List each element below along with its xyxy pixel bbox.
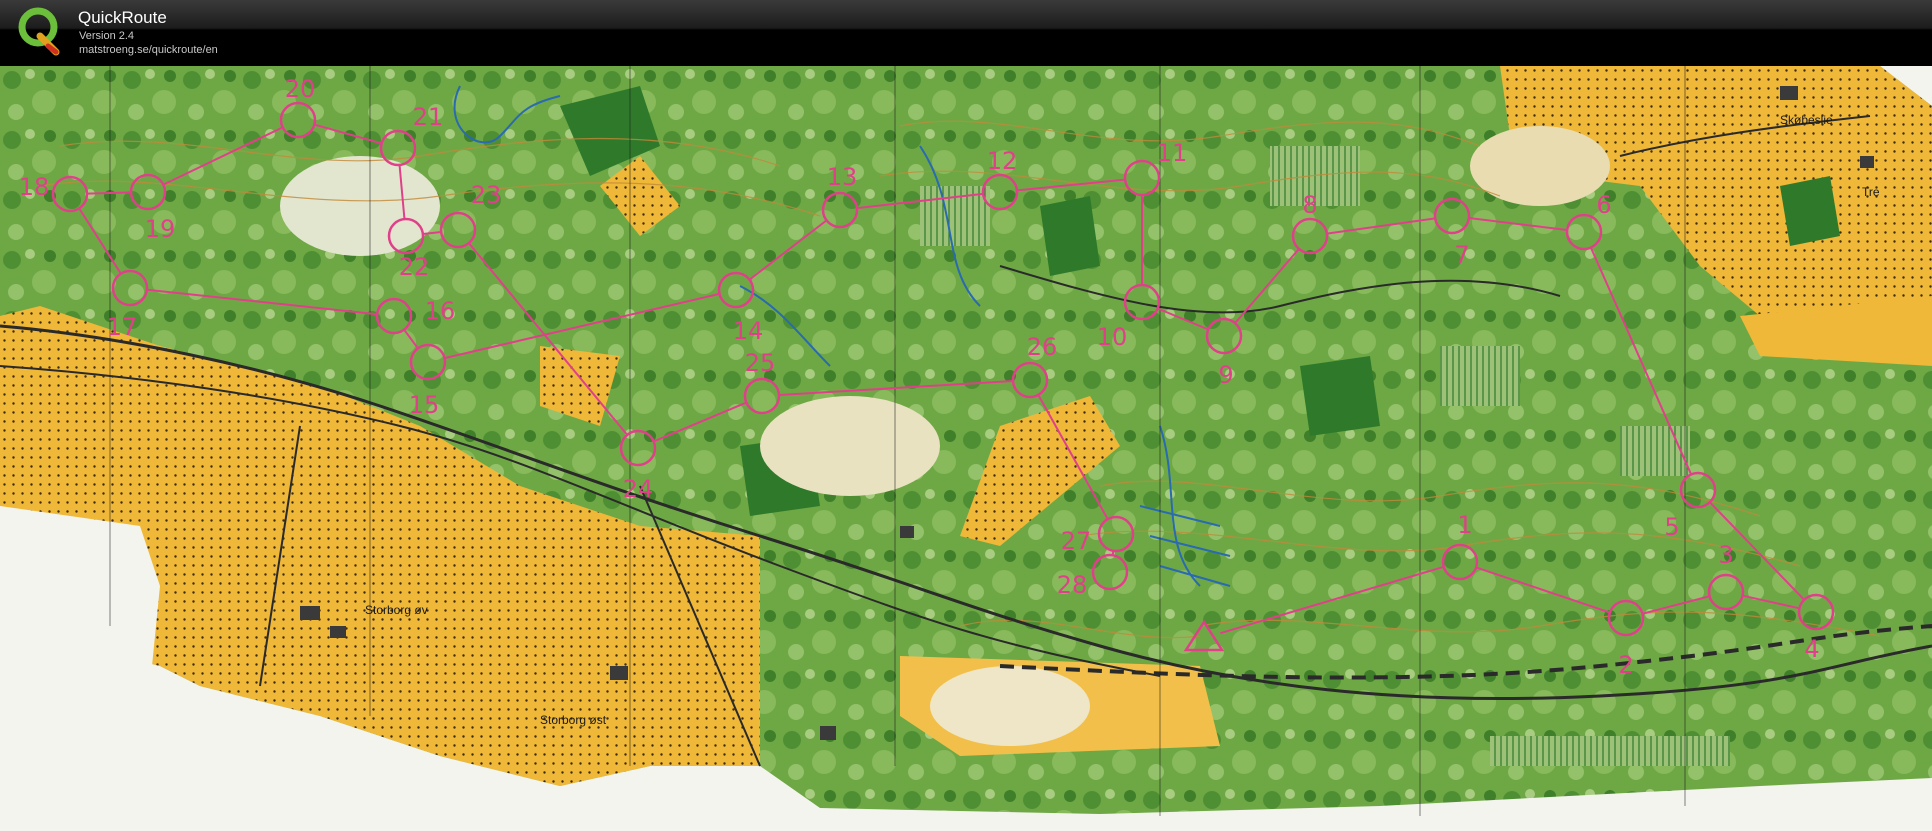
control-number-22: 22: [399, 253, 430, 281]
open-rocky-2: [760, 396, 940, 496]
control-number-3: 3: [1718, 541, 1733, 569]
control-number-24: 24: [623, 475, 654, 503]
place-storborg-vest: Storborg øv: [365, 603, 428, 617]
control-number-1: 1: [1457, 511, 1472, 539]
control-number-5: 5: [1664, 513, 1679, 541]
control-number-8: 8: [1302, 191, 1317, 219]
vegetation-hatch-2: [1440, 346, 1520, 406]
control-number-16: 16: [425, 297, 456, 325]
control-number-13: 13: [827, 163, 858, 191]
vegetation-hatch-4: [1620, 426, 1690, 476]
control-number-17: 17: [107, 313, 138, 341]
thicket-2: [1040, 196, 1100, 276]
control-number-27: 27: [1061, 527, 1092, 555]
thicket-4: [1780, 176, 1840, 246]
control-number-14: 14: [733, 317, 764, 345]
orienteering-map[interactable]: Skøbeslie Tre Storborg øv Storborg øst 1…: [0, 66, 1932, 831]
quickroute-logo-icon: [18, 7, 60, 56]
control-number-9: 9: [1218, 361, 1233, 389]
course-leg: [86, 191, 132, 195]
paper-corner: [0, 506, 160, 706]
open-rocky-4: [280, 156, 440, 256]
control-number-25: 25: [745, 349, 776, 377]
control-number-19: 19: [145, 215, 176, 243]
thicket-3: [1300, 356, 1380, 436]
control-number-21: 21: [413, 103, 444, 131]
app-header: QuickRoute Version 2.4 matstroeng.se/qui…: [0, 0, 1932, 66]
place-storborg-ost: Storborg øst: [540, 713, 607, 727]
app-version: Version 2.4: [79, 30, 135, 42]
control-number-2: 2: [1618, 651, 1633, 679]
control-number-12: 12: [987, 147, 1018, 175]
map-area[interactable]: Skøbeslie Tre Storborg øv Storborg øst 1…: [0, 66, 1932, 831]
vegetation-hatch-5: [1490, 736, 1730, 766]
place-tre: Tre: [1862, 185, 1880, 199]
control-number-4: 4: [1804, 635, 1819, 663]
open-rocky-1: [1470, 126, 1610, 206]
control-number-15: 15: [409, 391, 440, 419]
control-number-11: 11: [1157, 139, 1188, 167]
control-number-18: 18: [19, 173, 50, 201]
control-number-10: 10: [1097, 323, 1128, 351]
open-rocky-3: [930, 666, 1090, 746]
app-url[interactable]: matstroeng.se/quickroute/en: [79, 44, 218, 56]
control-number-26: 26: [1027, 333, 1058, 361]
control-number-20: 20: [285, 75, 316, 103]
control-number-6: 6: [1596, 191, 1611, 219]
control-number-7: 7: [1454, 241, 1469, 269]
app-title: QuickRoute: [78, 8, 167, 27]
place-skobeslie: Skøbeslie: [1780, 113, 1833, 127]
control-number-28: 28: [1057, 571, 1088, 599]
control-number-23: 23: [471, 181, 502, 209]
